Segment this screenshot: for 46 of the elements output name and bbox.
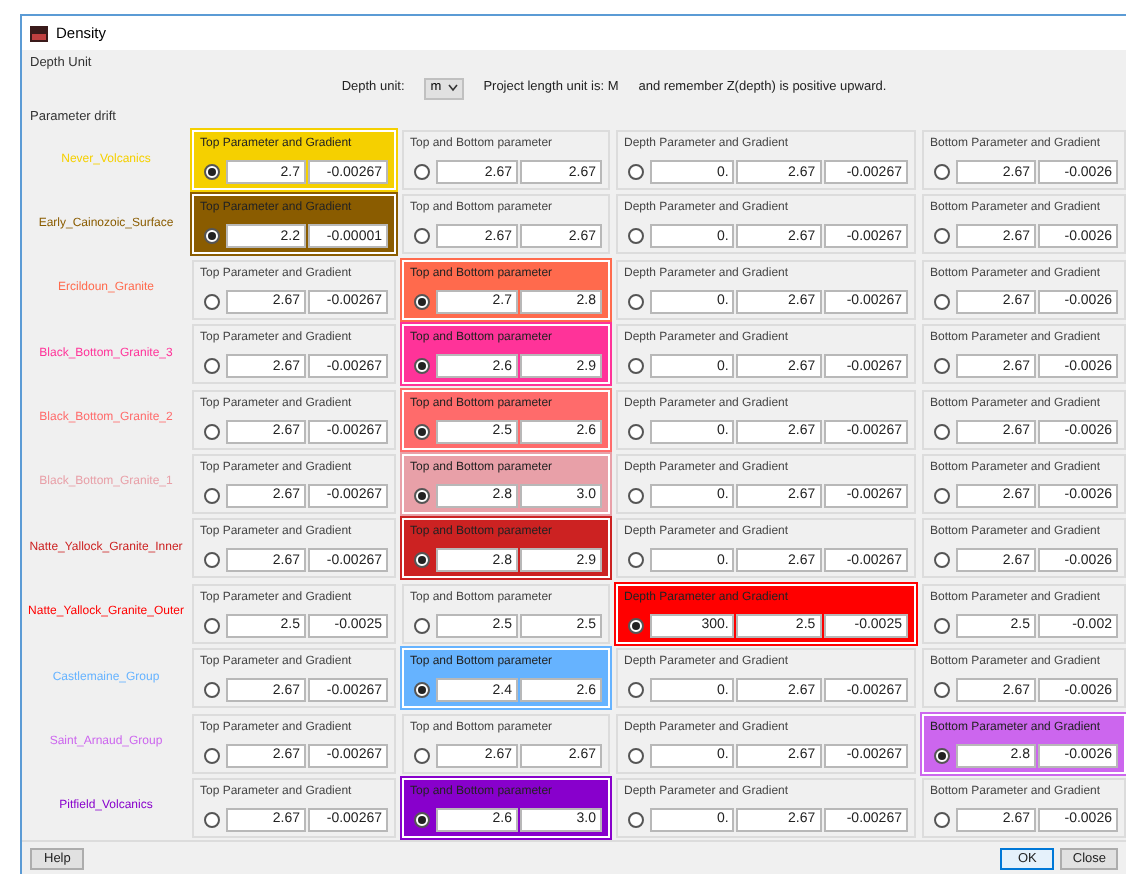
radio-button[interactable] (414, 682, 430, 699)
radio-button[interactable] (628, 293, 644, 310)
radio-button[interactable] (934, 487, 950, 504)
radio-button[interactable] (204, 293, 220, 310)
radio-button[interactable] (204, 747, 220, 764)
radio-button[interactable] (628, 811, 644, 828)
radio-button[interactable] (628, 617, 644, 634)
radio-button[interactable] (628, 747, 644, 764)
radio-button[interactable] (934, 293, 950, 310)
radio-button[interactable] (204, 358, 220, 375)
radio-button[interactable] (934, 358, 950, 375)
chevron-down-icon (447, 84, 458, 92)
radio-button[interactable] (934, 552, 950, 569)
radio-button[interactable] (204, 487, 220, 504)
radio-button[interactable] (204, 423, 220, 440)
radio-button[interactable] (628, 358, 644, 375)
radio-button[interactable] (204, 228, 220, 245)
radio-button[interactable] (934, 811, 950, 828)
radio-button[interactable] (934, 682, 950, 699)
radio-button[interactable] (204, 552, 220, 569)
radio-button[interactable] (204, 811, 220, 828)
radio-button[interactable] (414, 164, 430, 180)
radio-button[interactable] (414, 811, 430, 828)
radio-button[interactable] (628, 164, 644, 180)
radio-button[interactable] (934, 423, 950, 440)
radio-button[interactable] (414, 747, 430, 764)
radio-button[interactable] (414, 423, 430, 440)
radio-button[interactable] (628, 487, 644, 504)
radio-button[interactable] (414, 358, 430, 375)
radio-button[interactable] (414, 293, 430, 310)
radio-button[interactable] (934, 617, 950, 634)
radio-button[interactable] (204, 682, 220, 699)
radio-button[interactable] (414, 552, 430, 569)
radio-button[interactable] (414, 487, 430, 504)
radio-button[interactable] (204, 617, 220, 634)
radio-button[interactable] (628, 552, 644, 569)
radio-button[interactable] (414, 228, 430, 245)
radio-button[interactable] (204, 164, 220, 180)
radio-button[interactable] (628, 423, 644, 440)
radio-button[interactable] (934, 747, 950, 764)
radio-button[interactable] (934, 228, 950, 245)
radio-button[interactable] (934, 164, 950, 180)
radio-button[interactable] (628, 228, 644, 245)
radio-button[interactable] (414, 617, 430, 634)
app-icon (30, 25, 48, 41)
radio-button[interactable] (628, 682, 644, 699)
